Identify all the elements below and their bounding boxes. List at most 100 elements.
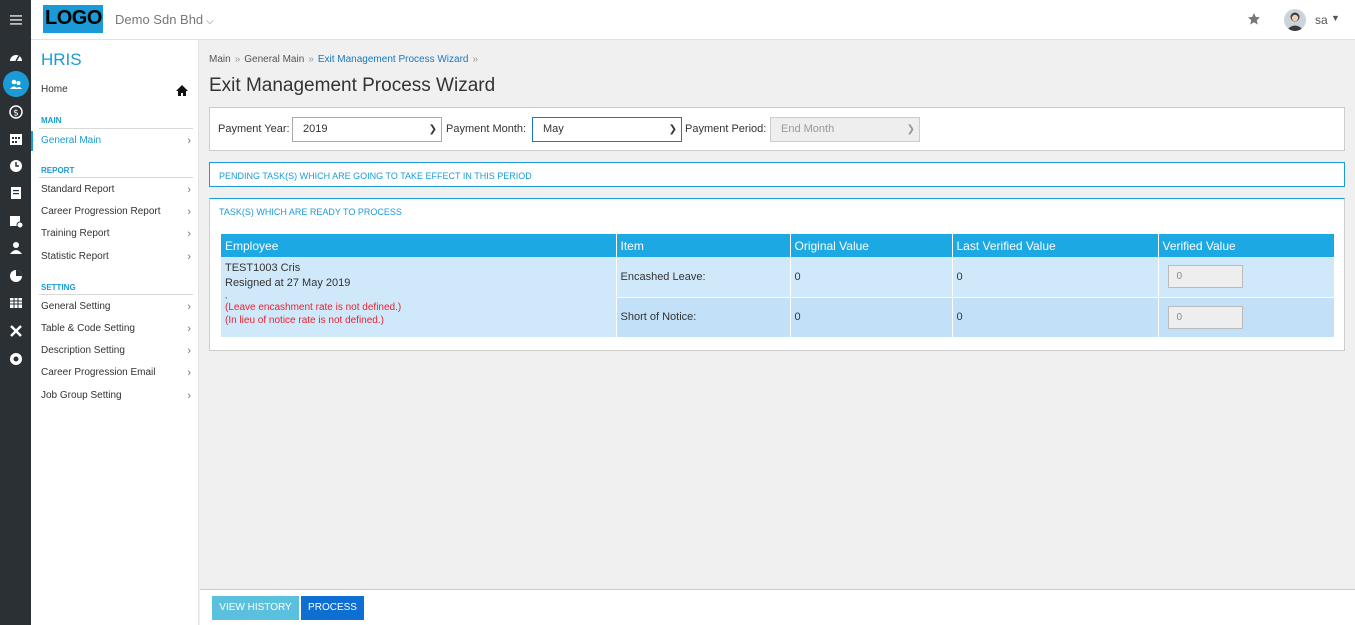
payment-month-select[interactable]: May ❯ (532, 117, 682, 142)
payment-year-value: 2019 (303, 123, 328, 135)
user-menu-caret-icon[interactable]: ▼ (1331, 13, 1340, 23)
avatar[interactable] (1284, 9, 1306, 31)
clock-icon[interactable] (0, 153, 31, 179)
ready-tasks-panel: TASK(S) WHICH ARE READY TO PROCESS Emplo… (209, 198, 1345, 351)
payment-period-label: Payment Period: (685, 123, 767, 135)
chevron-down-icon: ❯ (668, 124, 677, 135)
chevron-right-icon: › (187, 367, 191, 379)
top-bar: LOGO Demo Sdn Bhd ⌵ sa ▼ (31, 0, 1355, 40)
sidebar-item-label: Description Setting (41, 345, 125, 356)
column-header-employee: Employee (221, 234, 617, 257)
dashboard-icon[interactable] (0, 45, 31, 71)
sidebar-item-label: Standard Report (41, 184, 115, 195)
chevron-right-icon: › (187, 323, 191, 335)
sidebar-item-job-group-setting[interactable]: Job Group Setting › (31, 386, 197, 406)
page-title: Exit Management Process Wizard (209, 75, 496, 96)
breadcrumb-separator-icon: » (234, 54, 241, 65)
training-icon[interactable] (0, 235, 31, 261)
home-icon (176, 85, 188, 96)
company-name: Demo Sdn Bhd (115, 12, 204, 27)
column-header-last-verified-value: Last Verified Value (952, 234, 1159, 257)
ready-tasks-title: TASK(S) WHICH ARE READY TO PROCESS (219, 207, 402, 217)
sidebar-item-label: Table & Code Setting (41, 323, 135, 334)
pending-tasks-title: PENDING TASK(S) WHICH ARE GOING TO TAKE … (219, 171, 532, 181)
last-verified-value-cell: 0 (952, 297, 1159, 337)
sidebar-item-standard-report[interactable]: Standard Report › (31, 180, 197, 200)
verified-value-input[interactable]: 0 (1167, 265, 1243, 289)
table-row: TEST1003 Cris Resigned at 27 May 2019 , … (221, 257, 1334, 338)
calendar-icon[interactable] (0, 126, 31, 152)
pending-tasks-panel[interactable]: PENDING TASK(S) WHICH ARE GOING TO TAKE … (209, 162, 1345, 187)
breadcrumb-general-main[interactable]: General Main (244, 54, 304, 65)
divider (39, 294, 193, 295)
help-icon[interactable] (0, 346, 31, 372)
breadcrumb-current[interactable]: Exit Management Process Wizard (318, 54, 469, 65)
last-verified-value-cell: 0 (952, 257, 1159, 298)
report-chart-icon[interactable] (0, 263, 31, 289)
favorite-star-icon[interactable] (1247, 12, 1261, 26)
column-header-verified-value: Verified Value (1158, 234, 1334, 257)
username[interactable]: sa (1315, 13, 1328, 27)
chevron-right-icon: › (187, 184, 191, 196)
schedule-icon[interactable] (0, 208, 31, 234)
verified-value-cell: 0 (1158, 297, 1334, 337)
sidebar-item-label: Career Progression Report (41, 206, 161, 217)
process-button[interactable]: PROCESS (301, 596, 364, 620)
company-logo[interactable]: LOGO (43, 5, 103, 33)
module-title: HRIS (41, 50, 82, 69)
breadcrumb-main[interactable]: Main (209, 54, 231, 65)
employee-cell: TEST1003 Cris Resigned at 27 May 2019 , … (221, 257, 617, 338)
menu-toggle-icon[interactable] (0, 7, 31, 33)
employee-separator: , (225, 291, 228, 300)
sidebar-item-general-setting[interactable]: General Setting › (31, 297, 197, 317)
sidebar-item-label: Job Group Setting (41, 390, 122, 401)
company-selector[interactable]: Demo Sdn Bhd ⌵ (115, 12, 214, 27)
chevron-down-icon: ❯ (906, 124, 915, 135)
payroll-icon[interactable]: $ (0, 99, 31, 125)
chevron-right-icon: › (187, 301, 191, 313)
column-header-item: Item (616, 234, 791, 257)
payment-year-select[interactable]: 2019 ❯ (292, 117, 442, 142)
chevron-right-icon: › (187, 251, 191, 263)
view-history-button[interactable]: VIEW HISTORY (212, 596, 299, 620)
payment-period-select[interactable]: End Month ❯ (770, 117, 920, 142)
column-header-original-value: Original Value (790, 234, 953, 257)
document-icon[interactable] (0, 180, 31, 206)
footer-bar: VIEW HISTORY PROCESS (200, 589, 1355, 625)
chevron-down-icon: ⌵ (206, 16, 214, 27)
chevron-right-icon: › (187, 345, 191, 357)
sidebar-item-career-progression-report[interactable]: Career Progression Report › (31, 202, 197, 222)
sidebar-item-career-progression-email[interactable]: Career Progression Email › (31, 363, 197, 383)
sidebar-item-description-setting[interactable]: Description Setting › (31, 341, 197, 361)
svg-text:$: $ (13, 109, 19, 119)
payment-year-label: Payment Year: (218, 123, 290, 135)
verified-value-input[interactable]: 0 (1167, 305, 1243, 329)
error-message: (In lieu of notice rate is not defined.) (225, 315, 384, 326)
chevron-right-icon: › (187, 228, 191, 240)
table-header-row: Employee Item Original Value Last Verifi… (221, 234, 1334, 257)
breadcrumb-separator-icon: » (472, 54, 479, 65)
sidebar-item-statistic-report[interactable]: Statistic Report › (31, 247, 197, 267)
chevron-right-icon: › (187, 135, 191, 147)
hris-module-icon[interactable] (0, 71, 31, 97)
sidebar: HRIS Home MAIN General Main › REPORT Stan… (31, 40, 199, 625)
payment-month-value: May (543, 123, 564, 135)
breadcrumb-separator-icon: » (308, 54, 314, 65)
sidebar-item-general-main[interactable]: General Main › (31, 131, 197, 151)
divider (39, 177, 193, 178)
tools-icon[interactable] (0, 318, 31, 344)
employee-resign-date: Resigned at 27 May 2019 (225, 277, 351, 289)
verified-value-cell: 0 (1158, 257, 1334, 298)
item-cell: Encashed Leave: (616, 257, 791, 298)
chevron-right-icon: › (187, 390, 191, 402)
chevron-down-icon: ❯ (428, 124, 437, 135)
section-setting: SETTING (41, 283, 76, 292)
original-value-cell: 0 (790, 257, 953, 298)
sidebar-item-table-code-setting[interactable]: Table & Code Setting › (31, 319, 197, 339)
employee-name: TEST1003 Cris (225, 262, 301, 274)
section-report: REPORT (41, 166, 75, 175)
section-main: MAIN (41, 116, 62, 125)
sidebar-item-training-report[interactable]: Training Report › (31, 224, 197, 244)
sidebar-item-home[interactable]: Home (31, 80, 197, 100)
table-icon[interactable] (0, 290, 31, 316)
